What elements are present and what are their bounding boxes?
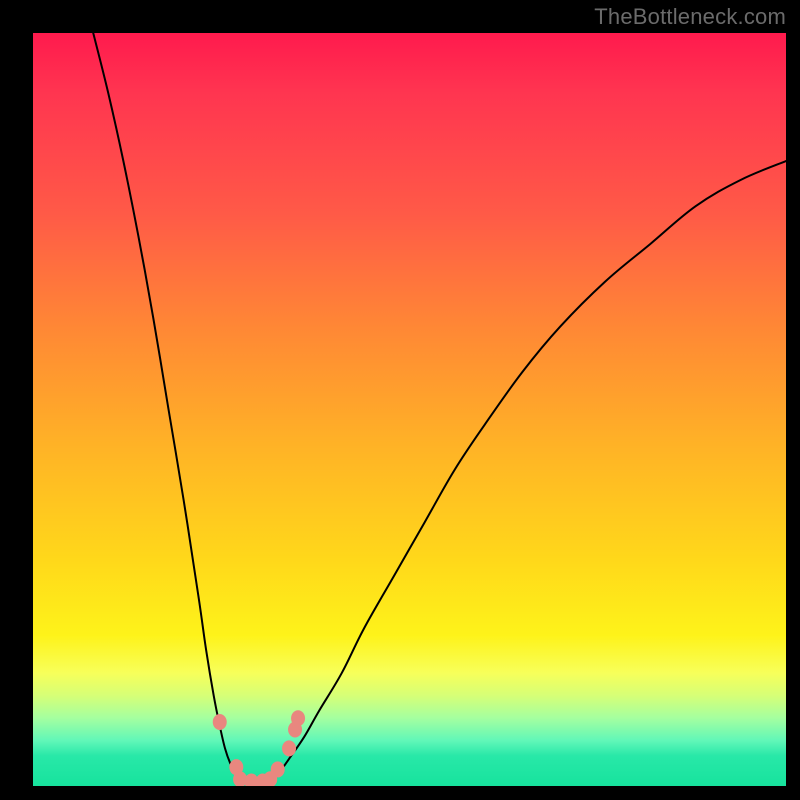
chart-overlay: [33, 33, 786, 786]
marker-layer: [213, 710, 305, 786]
data-marker: [291, 710, 305, 726]
data-marker: [282, 740, 296, 756]
data-marker: [271, 761, 285, 777]
curve-right-branch: [259, 161, 786, 784]
plot-area: [33, 33, 786, 786]
data-marker: [213, 714, 227, 730]
curve-left-branch: [93, 33, 259, 784]
watermark-text: TheBottleneck.com: [594, 4, 786, 30]
chart-frame: TheBottleneck.com: [0, 0, 800, 800]
